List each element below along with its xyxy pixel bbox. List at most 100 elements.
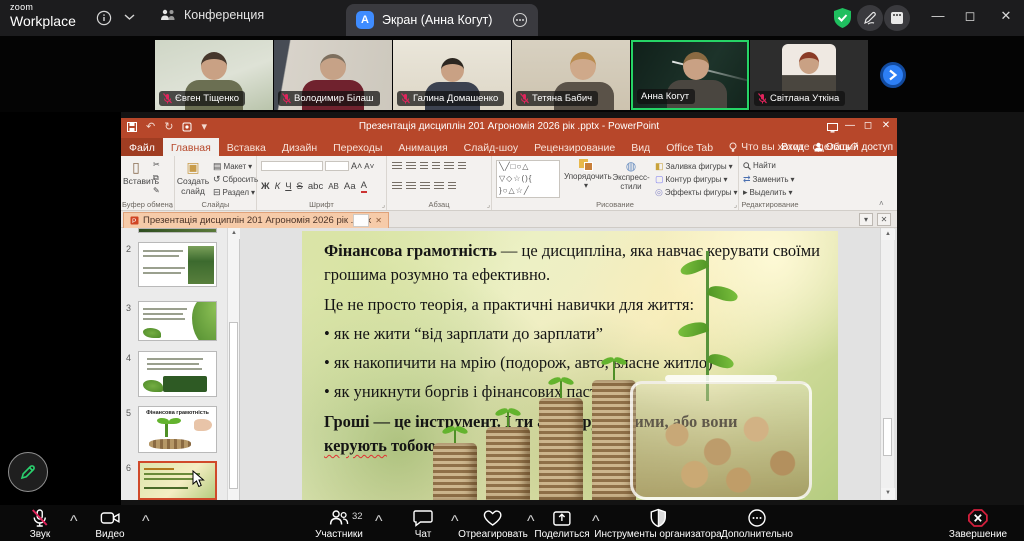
- participant-tile[interactable]: Галина Домашенко: [393, 40, 511, 110]
- slide-thumbnail-6-selected[interactable]: [138, 461, 217, 500]
- close-button[interactable]: ✕: [996, 8, 1016, 24]
- columns-button[interactable]: [448, 182, 456, 190]
- share-button[interactable]: Общий доступ: [814, 142, 893, 153]
- next-participants-button[interactable]: [880, 62, 906, 88]
- tab-insert[interactable]: Вставка: [219, 138, 274, 156]
- reset-button[interactable]: ↺Сбросить: [213, 174, 258, 185]
- arrange-button[interactable]: Упорядочить ▾: [564, 159, 608, 190]
- grow-font-button[interactable]: A˄: [351, 161, 362, 171]
- text-shadow-button[interactable]: abc: [308, 181, 323, 192]
- dialog-launcher-icon[interactable]: ⌟: [734, 201, 737, 209]
- shrink-font-button[interactable]: A˅: [364, 162, 374, 171]
- apps-icon[interactable]: [884, 5, 910, 31]
- ppt-minimize-button[interactable]: —: [841, 120, 859, 131]
- slide-canvas[interactable]: Фінансова грамотність — це дисципліна, я…: [302, 231, 838, 500]
- annotate-pen-icon[interactable]: [857, 5, 883, 31]
- react-button[interactable]: Отреагировать: [458, 508, 528, 540]
- tab-view[interactable]: Вид: [623, 138, 658, 156]
- sign-in-link[interactable]: Вход: [781, 142, 804, 153]
- char-spacing-button[interactable]: АВ: [328, 182, 339, 191]
- dialog-launcher-icon[interactable]: ⌟: [170, 201, 173, 209]
- tab-conference[interactable]: Конференция: [160, 8, 264, 22]
- shape-fill-button[interactable]: ◧Заливка фигуры▾: [655, 161, 733, 172]
- section-button[interactable]: ⊟Раздел▾: [213, 187, 255, 198]
- tab-animations[interactable]: Анимация: [390, 138, 455, 156]
- tab-list-icon[interactable]: ▾: [859, 213, 873, 226]
- video-options-chevron[interactable]: ^: [142, 513, 150, 531]
- text-direction-button[interactable]: [458, 162, 466, 170]
- audio-button[interactable]: Звук: [30, 508, 51, 540]
- participant-tile[interactable]: Євген Тіщенко: [155, 40, 273, 110]
- justify-button[interactable]: [434, 182, 444, 190]
- align-center-button[interactable]: [406, 182, 416, 190]
- underline-button[interactable]: Ч: [285, 181, 291, 192]
- dialog-launcher-icon[interactable]: ⌟: [382, 201, 385, 209]
- participant-tile[interactable]: Світлана Уткіна: [750, 40, 868, 110]
- tab-screen-share[interactable]: A Экран (Анна Когут): [346, 4, 538, 36]
- audio-options-chevron[interactable]: ^: [70, 513, 78, 531]
- tab-review[interactable]: Рецензирование: [526, 138, 623, 156]
- numbering-button[interactable]: [406, 162, 416, 170]
- scrollbar-thumb[interactable]: [229, 322, 238, 489]
- participant-tile[interactable]: Тетяна Бабич: [512, 40, 630, 110]
- scrollbar-thumb[interactable]: [883, 418, 892, 456]
- scroll-up-icon[interactable]: ▲: [228, 228, 240, 239]
- security-shield-icon[interactable]: [832, 7, 853, 29]
- scroll-down-icon[interactable]: ▼: [881, 488, 895, 499]
- increase-indent-button[interactable]: [432, 162, 440, 170]
- thumbnail-scrollbar[interactable]: ▲: [227, 228, 239, 500]
- participant-tile-active-speaker[interactable]: Анна Когут: [631, 40, 749, 110]
- slide-thumbnail-5[interactable]: Фінансова грамотність: [138, 406, 217, 453]
- format-painter-button[interactable]: ✎: [153, 186, 160, 195]
- share-screen-button[interactable]: Поделиться: [534, 508, 589, 540]
- align-left-button[interactable]: [392, 182, 402, 190]
- new-slide-button[interactable]: ▣ Создать слайд: [176, 159, 210, 196]
- select-button[interactable]: ▸Выделить▾: [743, 187, 792, 198]
- strikethrough-button[interactable]: S: [297, 181, 303, 192]
- shape-outline-button[interactable]: ▢Контур фигуры▾: [655, 174, 727, 185]
- ppt-display-settings-icon[interactable]: [823, 120, 841, 133]
- bullets-button[interactable]: [392, 162, 402, 170]
- slide-thumbnail-4[interactable]: [138, 351, 217, 397]
- restore-button[interactable]: ◻: [960, 8, 980, 24]
- replace-button[interactable]: ⇄Заменить▾: [743, 174, 795, 185]
- chevron-down-icon[interactable]: [124, 13, 135, 21]
- tab-file[interactable]: Файл: [121, 138, 163, 156]
- cut-button[interactable]: ✂: [153, 160, 160, 169]
- shapes-gallery[interactable]: ╲╱□○△ ▽◇☆(){ }○△☆╱: [496, 160, 560, 198]
- more-button[interactable]: Дополнительно: [721, 508, 793, 540]
- chat-button[interactable]: Чат: [413, 508, 434, 540]
- quick-styles-button[interactable]: ◍ Экспресс-стили: [610, 159, 652, 191]
- participant-tile[interactable]: Володимир Білаш: [274, 40, 392, 110]
- copy-button[interactable]: ⧉: [153, 173, 159, 183]
- annotation-pencil-button[interactable]: [8, 452, 48, 492]
- scroll-up-icon[interactable]: ▲: [881, 229, 895, 240]
- react-options-chevron[interactable]: ^: [527, 513, 535, 531]
- decrease-indent-button[interactable]: [420, 162, 428, 170]
- document-tab[interactable]: P Презентація дисциплін 201 Агрономія 20…: [123, 212, 389, 228]
- italic-button[interactable]: К: [275, 181, 281, 192]
- video-button[interactable]: Видео: [95, 508, 124, 540]
- align-right-button[interactable]: [420, 182, 430, 190]
- change-case-button[interactable]: Аа: [344, 181, 356, 192]
- tab-office-tab[interactable]: Office Tab: [658, 138, 721, 156]
- font-name-box[interactable]: [261, 161, 323, 171]
- tab-transitions[interactable]: Переходы: [325, 138, 390, 156]
- line-spacing-button[interactable]: [444, 162, 454, 170]
- slide-scrollbar[interactable]: ▲ ▼: [880, 228, 894, 500]
- bold-button[interactable]: Ж: [261, 181, 270, 192]
- minimize-button[interactable]: —: [928, 8, 948, 23]
- close-tab-icon[interactable]: ✕: [375, 216, 382, 225]
- tab-actions-icon[interactable]: ✕: [877, 213, 891, 226]
- ppt-restore-button[interactable]: ◻: [859, 120, 877, 131]
- slide-thumbnail-2[interactable]: [138, 242, 217, 287]
- tab-design[interactable]: Дизайн: [274, 138, 325, 156]
- new-tab-button[interactable]: [353, 214, 369, 227]
- paste-button[interactable]: ▯ Вставить: [123, 159, 149, 186]
- slide-thumbnail-1-partial[interactable]: [138, 228, 217, 233]
- tab-slideshow[interactable]: Слайд-шоу: [456, 138, 526, 156]
- layout-button[interactable]: ▤Макет▾: [213, 161, 252, 172]
- collapse-ribbon-icon[interactable]: ˄: [879, 199, 884, 208]
- host-tools-button[interactable]: Инструменты организатора: [594, 508, 721, 540]
- tab-home[interactable]: Главная: [163, 138, 219, 156]
